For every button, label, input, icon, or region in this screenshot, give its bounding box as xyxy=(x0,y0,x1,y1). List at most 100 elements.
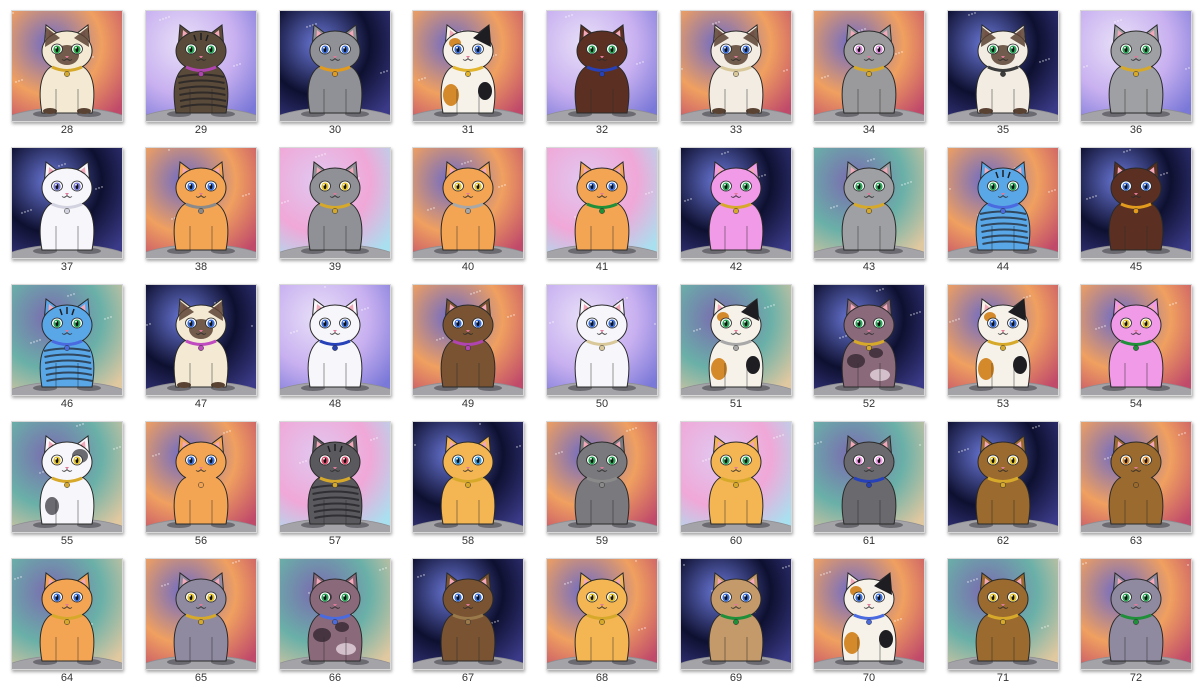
gallery-item[interactable]: 54 xyxy=(1080,284,1192,414)
cat-thumbnail[interactable] xyxy=(680,558,792,670)
gallery-item[interactable]: 60 xyxy=(680,421,792,551)
cat-thumbnail[interactable] xyxy=(1080,147,1192,259)
gallery-item[interactable]: 69 xyxy=(680,558,792,688)
gallery-item[interactable]: 48 xyxy=(279,284,391,414)
cat-thumbnail[interactable] xyxy=(680,284,792,396)
cat-thumbnail[interactable] xyxy=(145,147,257,259)
cat-thumbnail[interactable] xyxy=(412,284,524,396)
cat-illustration xyxy=(547,11,657,121)
item-caption: 71 xyxy=(996,672,1010,684)
gallery-item[interactable]: 29 xyxy=(145,10,257,140)
gallery-item[interactable]: 65 xyxy=(145,558,257,688)
gallery-item[interactable]: 42 xyxy=(680,147,792,277)
cat-thumbnail[interactable] xyxy=(1080,421,1192,533)
cat-thumbnail[interactable] xyxy=(11,147,123,259)
gallery-item[interactable]: 49 xyxy=(412,284,524,414)
item-caption: 38 xyxy=(194,261,208,273)
gallery-item[interactable]: 55 xyxy=(11,421,123,551)
gallery-item[interactable]: 47 xyxy=(145,284,257,414)
gallery-item[interactable]: 53 xyxy=(947,284,1059,414)
gallery-item[interactable]: 51 xyxy=(680,284,792,414)
cat-thumbnail[interactable] xyxy=(11,558,123,670)
cat-thumbnail[interactable] xyxy=(412,10,524,122)
cat-thumbnail[interactable] xyxy=(412,558,524,670)
cat-thumbnail[interactable] xyxy=(546,10,658,122)
cat-thumbnail[interactable] xyxy=(279,558,391,670)
gallery-item[interactable]: 62 xyxy=(947,421,1059,551)
gallery-item[interactable]: 37 xyxy=(11,147,123,277)
cat-thumbnail[interactable] xyxy=(546,147,658,259)
cat-thumbnail[interactable] xyxy=(145,10,257,122)
cat-thumbnail[interactable] xyxy=(279,10,391,122)
gallery-item[interactable]: 70 xyxy=(813,558,925,688)
gallery-item[interactable]: 31 xyxy=(412,10,524,140)
cat-thumbnail[interactable] xyxy=(279,421,391,533)
cat-thumbnail[interactable] xyxy=(546,558,658,670)
gallery-item[interactable]: 63 xyxy=(1080,421,1192,551)
cat-thumbnail[interactable] xyxy=(947,421,1059,533)
item-caption: 43 xyxy=(862,261,876,273)
cat-thumbnail[interactable] xyxy=(813,147,925,259)
cat-thumbnail[interactable] xyxy=(813,10,925,122)
gallery-item[interactable]: 44 xyxy=(947,147,1059,277)
cat-illustration xyxy=(413,559,523,669)
gallery-item[interactable]: 30 xyxy=(279,10,391,140)
cat-thumbnail[interactable] xyxy=(546,421,658,533)
cat-thumbnail[interactable] xyxy=(412,147,524,259)
cat-thumbnail[interactable] xyxy=(1080,284,1192,396)
cat-thumbnail[interactable] xyxy=(279,284,391,396)
cat-thumbnail[interactable] xyxy=(1080,10,1192,122)
gallery-item[interactable]: 45 xyxy=(1080,147,1192,277)
cat-thumbnail[interactable] xyxy=(145,421,257,533)
gallery-item[interactable]: 43 xyxy=(813,147,925,277)
gallery-item[interactable]: 34 xyxy=(813,10,925,140)
gallery-item[interactable]: 33 xyxy=(680,10,792,140)
cat-thumbnail[interactable] xyxy=(145,284,257,396)
gallery-item[interactable]: 66 xyxy=(279,558,391,688)
gallery-item[interactable]: 38 xyxy=(145,147,257,277)
gallery-item[interactable]: 32 xyxy=(546,10,658,140)
item-caption: 51 xyxy=(729,398,743,410)
cat-thumbnail[interactable] xyxy=(813,284,925,396)
gallery-item[interactable]: 64 xyxy=(11,558,123,688)
cat-thumbnail[interactable] xyxy=(412,421,524,533)
cat-thumbnail[interactable] xyxy=(546,284,658,396)
cat-thumbnail[interactable] xyxy=(947,558,1059,670)
gallery-item[interactable]: 56 xyxy=(145,421,257,551)
cat-thumbnail[interactable] xyxy=(11,421,123,533)
gallery-item[interactable]: 35 xyxy=(947,10,1059,140)
cat-thumbnail[interactable] xyxy=(1080,558,1192,670)
gallery-item[interactable]: 50 xyxy=(546,284,658,414)
cat-thumbnail[interactable] xyxy=(813,421,925,533)
gallery-item[interactable]: 39 xyxy=(279,147,391,277)
cat-illustration xyxy=(280,559,390,669)
cat-thumbnail[interactable] xyxy=(145,558,257,670)
cat-illustration xyxy=(12,148,122,258)
cat-thumbnail[interactable] xyxy=(279,147,391,259)
gallery-item[interactable]: 36 xyxy=(1080,10,1192,140)
cat-thumbnail[interactable] xyxy=(680,10,792,122)
gallery-item[interactable]: 67 xyxy=(412,558,524,688)
cat-thumbnail[interactable] xyxy=(11,10,123,122)
gallery-item[interactable]: 71 xyxy=(947,558,1059,688)
cat-thumbnail[interactable] xyxy=(947,10,1059,122)
cat-thumbnail[interactable] xyxy=(680,147,792,259)
gallery-item[interactable]: 59 xyxy=(546,421,658,551)
gallery-item[interactable]: 61 xyxy=(813,421,925,551)
gallery-item[interactable]: 40 xyxy=(412,147,524,277)
gallery-item[interactable]: 28 xyxy=(11,10,123,140)
gallery-item[interactable]: 72 xyxy=(1080,558,1192,688)
gallery-item[interactable]: 58 xyxy=(412,421,524,551)
gallery-item[interactable]: 46 xyxy=(11,284,123,414)
gallery-item[interactable]: 52 xyxy=(813,284,925,414)
gallery-item[interactable]: 68 xyxy=(546,558,658,688)
cat-thumbnail[interactable] xyxy=(11,284,123,396)
gallery-item[interactable]: 57 xyxy=(279,421,391,551)
cat-thumbnail[interactable] xyxy=(947,284,1059,396)
cat-thumbnail[interactable] xyxy=(680,421,792,533)
cat-thumbnail[interactable] xyxy=(813,558,925,670)
item-caption: 46 xyxy=(60,398,74,410)
gallery-item[interactable]: 41 xyxy=(546,147,658,277)
cat-thumbnail[interactable] xyxy=(947,147,1059,259)
item-caption: 52 xyxy=(862,398,876,410)
